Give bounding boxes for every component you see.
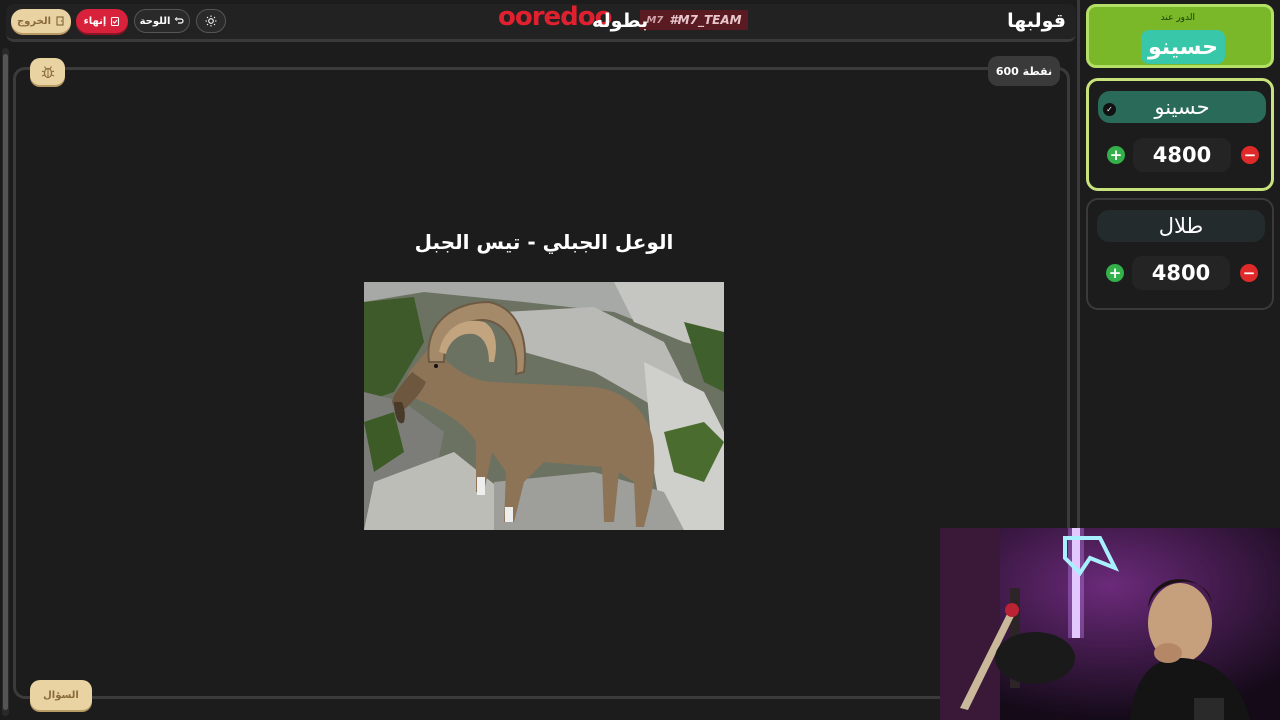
- undo-arrow-icon: [175, 17, 184, 24]
- team-card-1: حسينو ✓ + 4800 −: [1086, 78, 1274, 191]
- tournament-title: بطوله: [592, 10, 649, 32]
- end-label: إنهاء: [83, 15, 107, 27]
- turn-label: الدور عند: [1160, 13, 1195, 23]
- team-tag-prefix: M7: [646, 14, 664, 26]
- scrollbar-thumb[interactable]: [3, 54, 8, 710]
- team-score: 4800: [1133, 138, 1231, 172]
- scrollbar[interactable]: [2, 48, 9, 716]
- clipboard-check-icon: [111, 16, 120, 26]
- team-card-2: طلال + 4800 −: [1086, 198, 1274, 310]
- team-name[interactable]: حسينو: [1098, 91, 1266, 123]
- sun-icon: [205, 15, 217, 27]
- turn-indicator: الدور عند حسينو: [1086, 4, 1274, 68]
- subtract-points-button[interactable]: −: [1241, 146, 1259, 164]
- theme-toggle-button[interactable]: [196, 9, 226, 33]
- exit-label: الخروج: [16, 15, 52, 27]
- team-tag-text: #M7_TEAM: [669, 13, 742, 27]
- subtract-points-button[interactable]: −: [1240, 264, 1258, 282]
- points-badge: 600 نقطة: [988, 56, 1060, 86]
- hint-button[interactable]: [30, 58, 65, 85]
- team-name[interactable]: طلال: [1097, 210, 1265, 242]
- app-logo-title: قولبها: [1007, 10, 1066, 32]
- board-button[interactable]: اللوحة: [134, 9, 190, 33]
- team-tag: M7 #M7_TEAM: [640, 10, 748, 30]
- turn-team-name: حسينو: [1141, 30, 1225, 64]
- board-label: اللوحة: [139, 15, 171, 27]
- webcam-overlay: [940, 528, 1280, 720]
- add-points-button[interactable]: +: [1107, 146, 1125, 164]
- exit-button[interactable]: الخروج: [11, 9, 71, 33]
- ibex-photo: [364, 282, 724, 530]
- add-points-button[interactable]: +: [1106, 264, 1124, 282]
- check-icon: ✓: [1103, 103, 1116, 116]
- door-icon: [56, 16, 64, 26]
- answer-text: الوعل الجبلي - تيس الجبل: [414, 230, 674, 254]
- question-button[interactable]: السؤال: [30, 680, 92, 710]
- team-score: 4800: [1132, 256, 1230, 290]
- bug-icon: [41, 65, 54, 78]
- end-game-button[interactable]: إنهاء: [76, 9, 128, 33]
